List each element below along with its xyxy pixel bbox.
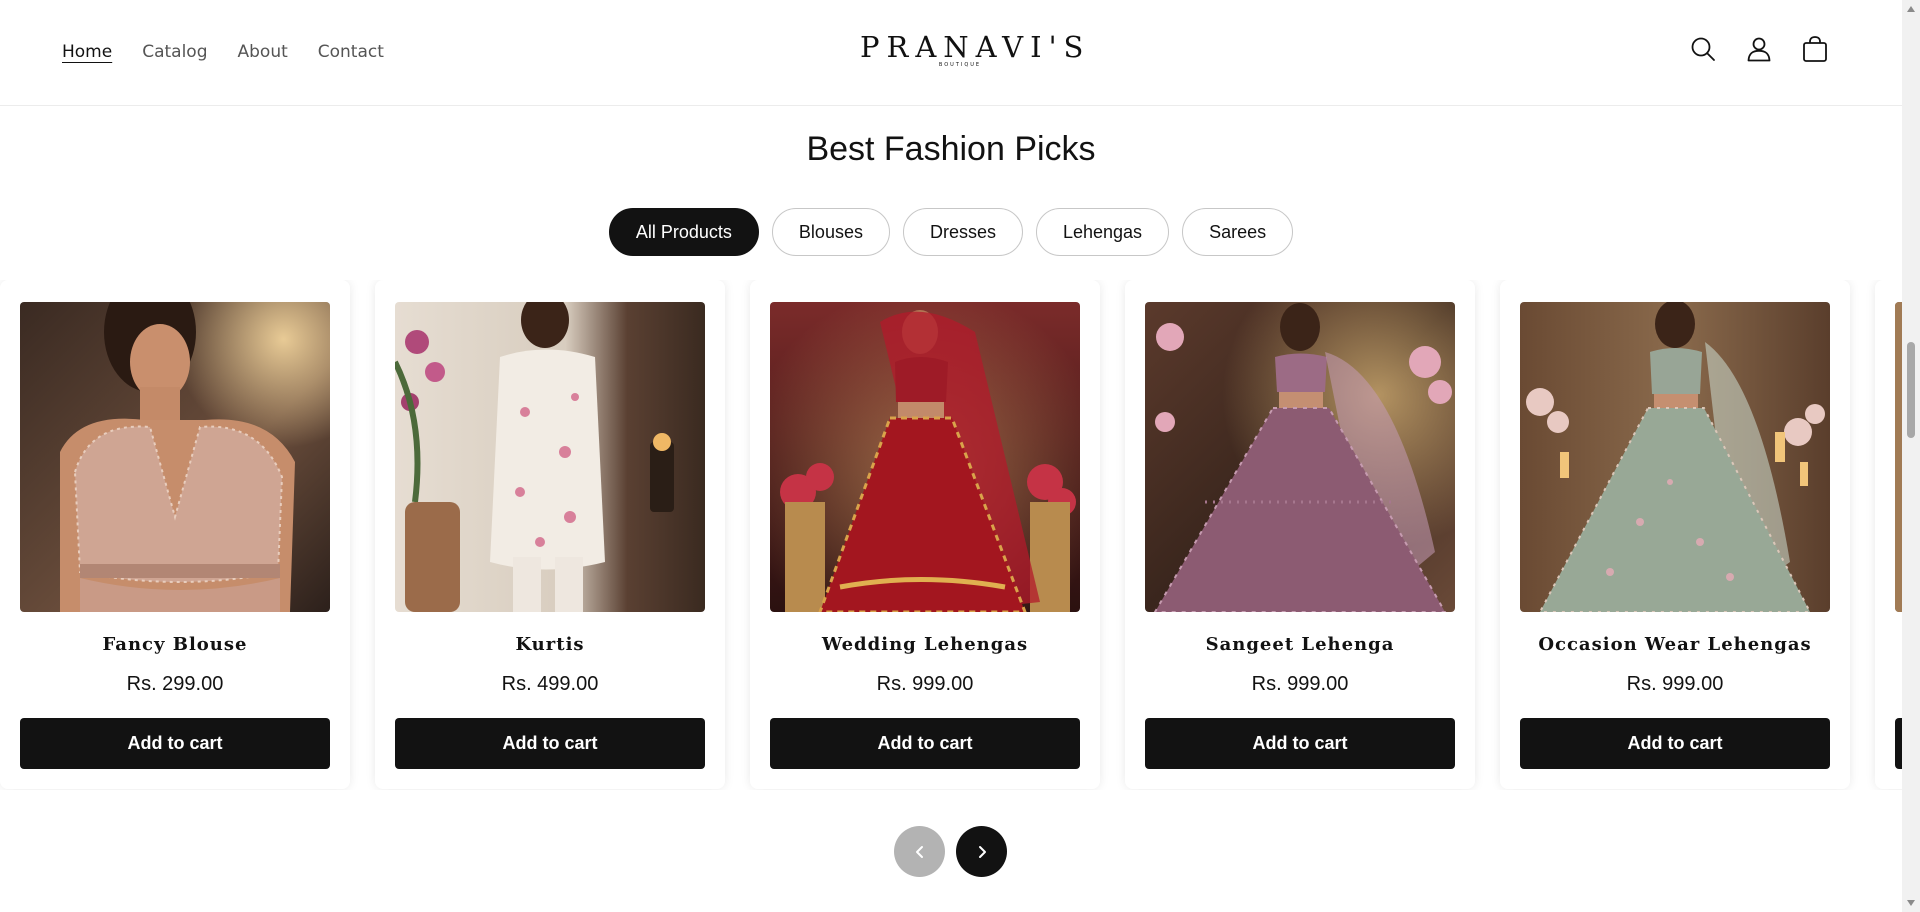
section-title: Best Fashion Picks	[806, 130, 1096, 168]
product-price: Rs. 499.00	[501, 673, 599, 695]
product-card: Fancy Blouse Rs. 299.00 Add to cart	[0, 280, 350, 789]
product-name[interactable]: Sangeet Lehenga	[1125, 634, 1475, 655]
add-to-cart-button[interactable]: Add to cart	[395, 718, 705, 769]
product-card: Sangeet Lehenga Rs. 999.00 Add to cart	[1125, 280, 1475, 789]
chevron-left-icon	[915, 845, 923, 858]
logo-name: PRANAVI'S	[860, 30, 1091, 64]
mauve-lehenga-photo[interactable]	[1145, 302, 1455, 612]
product-card: Wedding Lehengas Rs. 999.00 Add to cart	[750, 280, 1100, 789]
product-photo[interactable]	[1895, 302, 1902, 612]
filter-lehengas[interactable]: Lehengas	[1035, 208, 1170, 256]
product-card: Occasion Wear Lehengas Rs. 999.00 Add to…	[1500, 280, 1850, 789]
nav-catalog[interactable]: Catalog	[142, 40, 207, 64]
filter-sarees[interactable]: Sarees	[1182, 208, 1294, 256]
category-filters: All Products Blouses Dresses Lehengas Sa…	[0, 208, 1902, 256]
chevron-right-icon	[978, 845, 986, 858]
filter-all-products[interactable]: All Products	[608, 208, 759, 256]
product-price: Rs. 999.00	[1251, 673, 1349, 695]
product-card	[1875, 280, 1902, 789]
filter-blouses[interactable]: Blouses	[771, 208, 890, 256]
add-to-cart-button[interactable]: Add to cart	[1145, 718, 1455, 769]
sage-lehenga-photo[interactable]	[1520, 302, 1830, 612]
cart-icon[interactable]	[1800, 34, 1830, 64]
add-to-cart-button[interactable]	[1895, 718, 1902, 769]
add-to-cart-button[interactable]: Add to cart	[770, 718, 1080, 769]
add-to-cart-button[interactable]: Add to cart	[20, 718, 330, 769]
add-to-cart-button[interactable]: Add to cart	[1520, 718, 1830, 769]
product-name[interactable]: Wedding Lehengas	[750, 634, 1100, 655]
carousel-next-button[interactable]	[956, 826, 1007, 877]
account-icon[interactable]	[1744, 34, 1774, 64]
filter-dresses[interactable]: Dresses	[902, 208, 1023, 256]
product-name[interactable]: Fancy Blouse	[0, 634, 350, 655]
scroll-up-arrow-icon[interactable]	[1906, 4, 1916, 14]
blouse-photo[interactable]	[20, 302, 330, 612]
site-header: Home Catalog About Contact PRANAVI'S BOU…	[0, 0, 1902, 106]
nav-contact[interactable]: Contact	[318, 40, 384, 64]
nav-about[interactable]: About	[238, 40, 288, 64]
site-logo[interactable]: PRANAVI'S BOUTIQUE	[860, 30, 1091, 69]
product-name[interactable]: Kurtis	[375, 634, 725, 655]
product-card: Kurtis Rs. 499.00 Add to cart	[375, 280, 725, 789]
product-name[interactable]: Occasion Wear Lehengas	[1500, 634, 1850, 655]
scrollbar-thumb[interactable]	[1907, 342, 1915, 438]
kurti-photo[interactable]	[395, 302, 705, 612]
product-carousel: Fancy Blouse Rs. 299.00 Add to cart Kurt…	[0, 280, 1902, 790]
product-price: Rs. 999.00	[1626, 673, 1724, 695]
red-lehenga-photo[interactable]	[770, 302, 1080, 612]
search-icon[interactable]	[1688, 34, 1718, 64]
main-nav: Home Catalog About Contact	[62, 40, 384, 64]
product-price: Rs. 999.00	[876, 673, 974, 695]
scroll-down-arrow-icon[interactable]	[1906, 898, 1916, 908]
page-scrollbar[interactable]	[1902, 0, 1920, 912]
product-price: Rs. 299.00	[126, 673, 224, 695]
header-actions	[1688, 34, 1830, 64]
nav-home[interactable]: Home	[62, 40, 112, 64]
carousel-prev-button[interactable]	[894, 826, 945, 877]
